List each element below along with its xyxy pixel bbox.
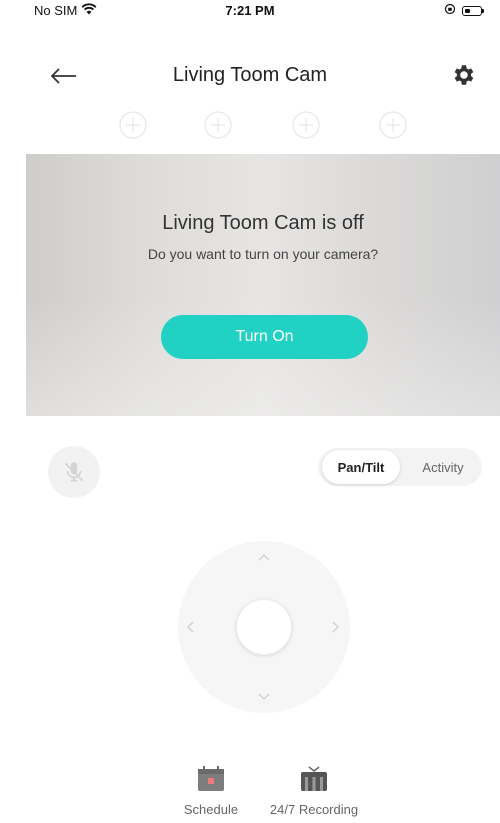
camera-preview-panel: Living Toom Cam is off Do you want to tu… xyxy=(26,154,500,416)
chevron-up-icon[interactable] xyxy=(257,551,271,565)
pan-tilt-joystick[interactable] xyxy=(178,541,350,713)
chevron-right-icon[interactable] xyxy=(328,620,342,634)
status-bar: No SIM 7:21 PM xyxy=(0,0,500,22)
add-preset-button[interactable] xyxy=(203,110,233,140)
microphone-button[interactable] xyxy=(48,446,100,498)
camera-off-title: Living Toom Cam is off xyxy=(162,212,364,234)
joystick-knob[interactable] xyxy=(236,599,292,655)
battery-icon xyxy=(462,5,484,16)
schedule-tab[interactable]: Schedule xyxy=(166,762,256,817)
calendar-icon xyxy=(194,762,228,796)
chevron-down-icon[interactable] xyxy=(257,689,271,703)
plus-circle-icon xyxy=(119,111,147,139)
mode-toggle: Pan/Tilt Activity xyxy=(318,448,482,486)
chevron-left-icon[interactable] xyxy=(184,620,198,634)
schedule-label: Schedule xyxy=(183,802,239,817)
plus-circle-icon xyxy=(204,111,232,139)
plus-circle-icon xyxy=(292,111,320,139)
plus-circle-icon xyxy=(379,111,407,139)
gear-icon xyxy=(454,65,474,85)
turn-on-button[interactable]: Turn On xyxy=(161,315,368,359)
preset-row xyxy=(0,110,500,142)
add-preset-button[interactable] xyxy=(378,110,408,140)
settings-button[interactable] xyxy=(450,62,476,88)
add-preset-button[interactable] xyxy=(118,110,148,140)
clock: 7:21 PM xyxy=(225,3,275,18)
mic-off-icon xyxy=(64,462,84,482)
tab-pan-tilt[interactable]: Pan/Tilt xyxy=(322,450,400,484)
recording-label: 24/7 Recording xyxy=(269,802,359,817)
nav-bar: Living Toom Cam xyxy=(0,60,500,100)
camera-off-subtitle: Do you want to turn on your camera? xyxy=(147,246,379,262)
orientation-lock-icon xyxy=(444,3,456,18)
page-title: Living Toom Cam xyxy=(172,64,328,86)
recording-tab[interactable]: 24/7 Recording xyxy=(269,762,359,817)
add-preset-button[interactable] xyxy=(291,110,321,140)
recording-icon xyxy=(297,762,331,796)
tab-activity[interactable]: Activity xyxy=(404,450,482,484)
